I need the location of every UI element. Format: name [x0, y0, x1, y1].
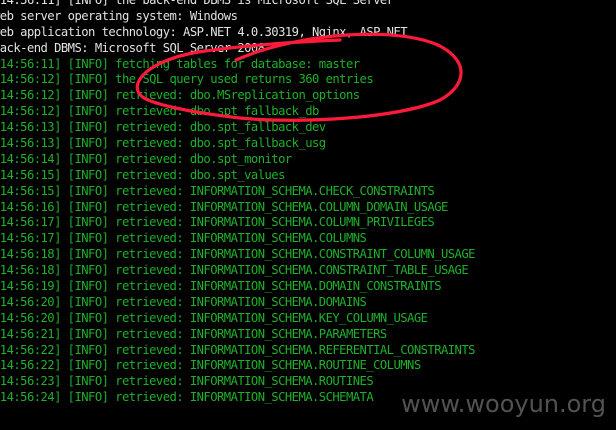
log-line: [14:56:19] [INFO] retrieved: INFORMATION…: [0, 279, 442, 294]
log-line: [14:56:20] [INFO] retrieved: INFORMATION…: [0, 294, 367, 309]
terminal-window[interactable]: [14:56:11] [INFO] the back-end DBMS is M…: [0, 0, 616, 430]
log-line: [14:56:22] [INFO] retrieved: INFORMATION…: [0, 342, 475, 357]
terminal-header-line: web application technology: ASP.NET 4.0.…: [0, 24, 408, 39]
log-line: [14:56:14] [INFO] retrieved: dbo.spt_mon…: [0, 151, 292, 166]
terminal-header-line: [14:56:11] [INFO] the back-end DBMS is M…: [0, 0, 394, 7]
terminal-output: [14:56:11] [INFO] the back-end DBMS is M…: [0, 0, 475, 406]
log-line: [14:56:18] [INFO] retrieved: INFORMATION…: [0, 247, 475, 262]
log-line: [14:56:15] [INFO] retrieved: dbo.spt_val…: [0, 167, 285, 182]
log-line: [14:56:16] [INFO] retrieved: INFORMATION…: [0, 199, 448, 214]
watermark: www.wooyun.org: [401, 390, 606, 418]
log-line: [14:56:13] [INFO] retrieved: dbo.spt_fal…: [0, 120, 326, 135]
terminal-header-line: back-end DBMS: Microsoft SQL Server 2008: [0, 40, 265, 55]
log-line: [14:56:11] [INFO] fetching tables for da…: [0, 56, 360, 71]
log-line: [14:56:12] [INFO] retrieved: dbo.MSrepli…: [0, 88, 360, 103]
log-line: [14:56:12] [INFO] the SQL query used ret…: [0, 72, 374, 87]
log-line: [14:56:13] [INFO] retrieved: dbo.spt_fal…: [0, 136, 326, 151]
log-line: [14:56:12] [INFO] retrieved: dbo.spt_fal…: [0, 104, 319, 119]
log-line: [14:56:18] [INFO] retrieved: INFORMATION…: [0, 263, 469, 278]
log-line: [14:56:15] [INFO] retrieved: INFORMATION…: [0, 183, 435, 198]
log-line: [14:56:20] [INFO] retrieved: INFORMATION…: [0, 310, 428, 325]
log-line: [14:56:22] [INFO] retrieved: INFORMATION…: [0, 358, 421, 373]
log-line: [14:56:17] [INFO] retrieved: INFORMATION…: [0, 215, 435, 230]
log-line: [14:56:17] [INFO] retrieved: INFORMATION…: [0, 231, 367, 246]
terminal-header-line: web server operating system: Windows: [0, 8, 238, 23]
log-line: [14:56:23] [INFO] retrieved: INFORMATION…: [0, 374, 374, 389]
log-line: [14:56:21] [INFO] retrieved: INFORMATION…: [0, 326, 387, 341]
